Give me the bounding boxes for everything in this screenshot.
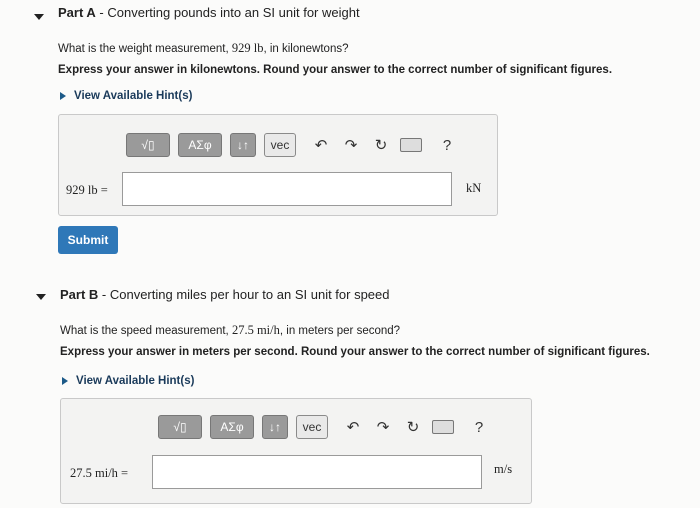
part-a-question: What is the weight measurement, 929 lb, …	[58, 41, 349, 55]
collapse-caret-part-a[interactable]	[34, 14, 44, 20]
redo-icon[interactable]: ↷	[340, 136, 362, 154]
expand-triangle-icon	[62, 377, 68, 385]
part-b-hint-toggle[interactable]: View Available Hint(s)	[62, 375, 194, 387]
part-b-unit: m/s	[494, 462, 513, 476]
vec-button[interactable]: vec	[264, 133, 296, 157]
greek-label: ΑΣφ	[220, 420, 244, 434]
help-icon[interactable]: ?	[436, 137, 458, 154]
greek-label: ΑΣφ	[188, 138, 212, 152]
templates-button[interactable]: √▯	[158, 415, 202, 439]
submit-label: Submit	[67, 233, 109, 247]
part-a-math-toolbar: √▯ ΑΣφ ↓↑ vec ↶ ↷ ↻ ?	[126, 133, 458, 157]
collapse-caret-part-b[interactable]	[36, 294, 46, 300]
part-b-question: What is the speed measurement, 27.5 mi/h…	[60, 323, 401, 337]
part-a-answer-input[interactable]	[122, 172, 452, 206]
reset-icon[interactable]: ↻	[370, 136, 392, 154]
arrows-button[interactable]: ↓↑	[230, 133, 256, 157]
vec-button[interactable]: vec	[296, 415, 328, 439]
part-a-unit: kN	[466, 181, 482, 195]
arrows-icon: ↓↑	[237, 138, 249, 152]
keyboard-icon[interactable]	[400, 138, 422, 152]
vec-label: vec	[302, 420, 322, 434]
sqrt-template-icon: √▯	[141, 138, 155, 152]
expand-triangle-icon	[60, 92, 66, 100]
arrows-icon: ↓↑	[269, 420, 281, 434]
part-a-title: Part A - Converting pounds into an SI un…	[58, 5, 360, 20]
part-a-hint-toggle[interactable]: View Available Hint(s)	[60, 90, 192, 102]
part-b-title: Part B - Converting miles per hour to an…	[60, 287, 390, 302]
undo-icon[interactable]: ↶	[310, 136, 332, 154]
greek-letters-button[interactable]: ΑΣφ	[178, 133, 222, 157]
vec-label: vec	[270, 138, 290, 152]
hint-label: View Available Hint(s)	[76, 375, 195, 387]
part-b-input-label: 27.5 mi/h =	[70, 466, 129, 480]
part-a-submit-button[interactable]: Submit	[58, 226, 118, 254]
part-b-math-toolbar: √▯ ΑΣφ ↓↑ vec ↶ ↷ ↻ ?	[158, 415, 490, 439]
templates-button[interactable]: √▯	[126, 133, 170, 157]
undo-icon[interactable]: ↶	[342, 418, 364, 436]
arrows-button[interactable]: ↓↑	[262, 415, 288, 439]
part-a-instructions: Express your answer in kilonewtons. Roun…	[58, 64, 613, 76]
part-b-answer-input[interactable]	[152, 455, 482, 489]
reset-icon[interactable]: ↻	[402, 418, 424, 436]
greek-letters-button[interactable]: ΑΣφ	[210, 415, 254, 439]
keyboard-icon[interactable]	[432, 420, 454, 434]
part-b-instructions: Express your answer in meters per second…	[60, 346, 650, 358]
hint-label: View Available Hint(s)	[74, 90, 193, 102]
redo-icon[interactable]: ↷	[372, 418, 394, 436]
sqrt-template-icon: √▯	[173, 420, 187, 434]
help-icon[interactable]: ?	[468, 419, 490, 436]
part-a-input-label: 929 lb =	[66, 183, 108, 197]
